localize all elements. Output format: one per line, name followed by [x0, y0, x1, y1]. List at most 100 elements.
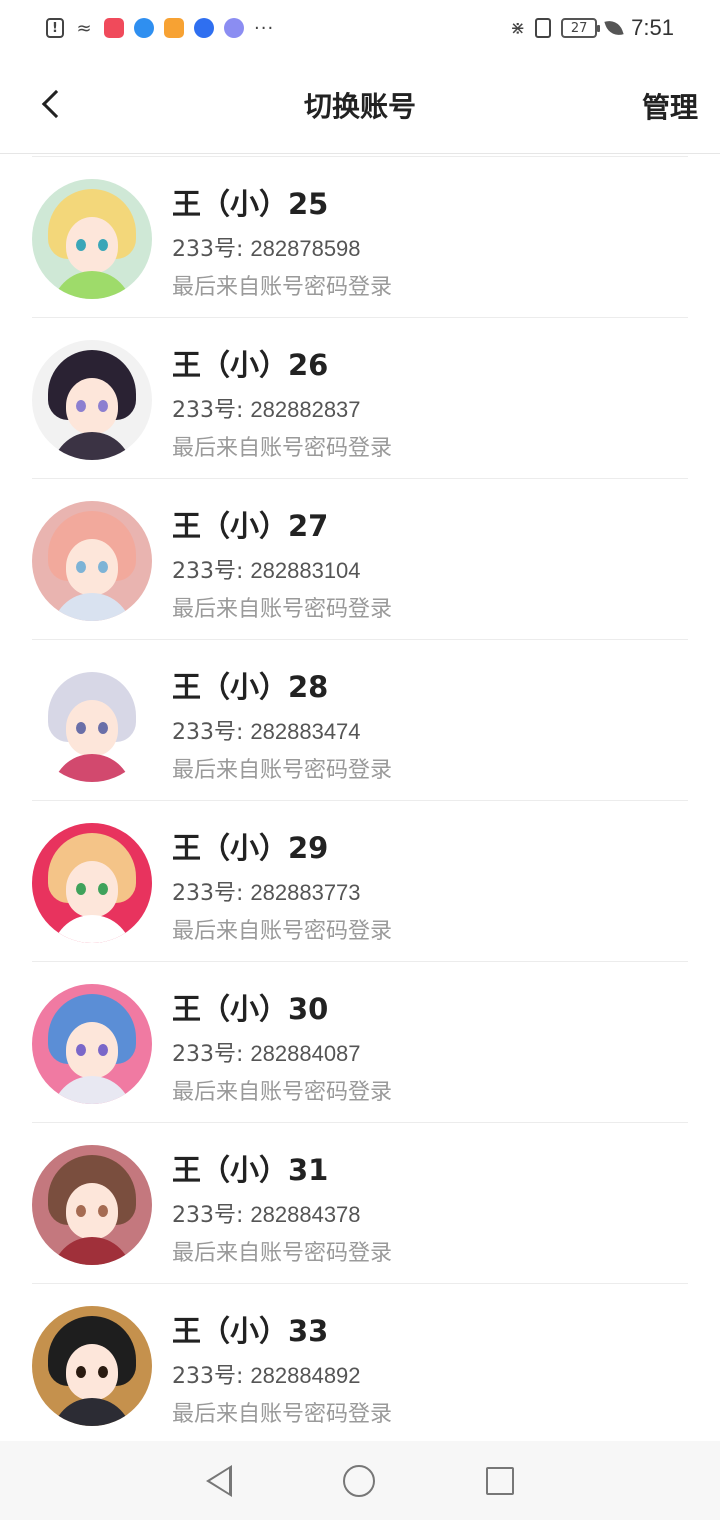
- avatar: [32, 501, 152, 621]
- account-name: 王（小）26: [172, 348, 329, 382]
- account-id-label: 233号:: [172, 237, 251, 262]
- account-id-label: 233号:: [172, 881, 251, 906]
- account-id-label: 233号:: [172, 1364, 251, 1389]
- avatar-face: [66, 861, 118, 917]
- avatar-body: [52, 1237, 132, 1265]
- account-id-value: 282884087: [250, 1041, 361, 1066]
- account-id-value: 282884892: [250, 1363, 361, 1388]
- account-login-source: 最后来自账号密码登录: [172, 275, 393, 300]
- location-icon: [134, 18, 154, 38]
- video-icon: [164, 18, 184, 38]
- nav-recent-apps-icon[interactable]: [486, 1466, 515, 1495]
- account-id-label: 233号:: [172, 1203, 251, 1228]
- account-id: 233号: 282883474: [172, 714, 361, 746]
- chevron-left-icon: [41, 89, 71, 119]
- avatar-eye: [76, 239, 86, 251]
- account-row[interactable]: 王（小）28 233号: 282883474 最后来自账号密码登录: [32, 640, 688, 801]
- avatar-eye: [76, 1205, 86, 1217]
- nav-home-icon[interactable]: [342, 1464, 375, 1497]
- account-row[interactable]: 王（小）25 233号: 282878598 最后来自账号密码登录: [32, 157, 688, 318]
- alert-icon: !: [46, 18, 64, 38]
- avatar-body: [52, 593, 132, 621]
- account-row[interactable]: 王（小）29 233号: 282883773 最后来自账号密码登录: [32, 801, 688, 962]
- account-id: 233号: 282883104: [172, 553, 361, 585]
- header: 切换账号 管理: [0, 56, 720, 154]
- avatar: [32, 179, 152, 299]
- account-id: 233号: 282884892: [172, 1358, 361, 1390]
- avatar-body: [52, 432, 132, 460]
- account-login-source: 最后来自账号密码登录: [172, 1402, 393, 1427]
- avatar-eye: [76, 883, 86, 895]
- xiaohongshu-icon: [104, 18, 124, 38]
- account-name: 王（小）33: [172, 1314, 329, 1348]
- account-login-source: 最后来自账号密码登录: [172, 1080, 393, 1105]
- avatar-body: [52, 754, 132, 782]
- account-name: 王（小）31: [172, 1153, 329, 1187]
- avatar: [32, 1306, 152, 1426]
- account-id: 233号: 282882837: [172, 392, 361, 424]
- account-login-source: 最后来自账号密码登录: [172, 758, 393, 783]
- account-login-source: 最后来自账号密码登录: [172, 597, 393, 622]
- avatar-eye: [76, 1044, 86, 1056]
- avatar-eye: [98, 1044, 108, 1056]
- account-id-label: 233号:: [172, 398, 251, 423]
- account-name: 王（小）28: [172, 670, 329, 704]
- avatar-eye: [98, 561, 108, 573]
- bluetooth-icon: ⋇: [510, 17, 526, 39]
- account-id-value: 282883773: [250, 880, 361, 905]
- account-id-value: 282883104: [250, 558, 361, 583]
- status-right: ⋇ 27 7:51: [510, 15, 674, 41]
- page-title: 切换账号: [303, 89, 416, 123]
- avatar-body: [52, 1076, 132, 1104]
- avatar-eye: [76, 722, 86, 734]
- power-saver-icon: [604, 17, 624, 39]
- account-row[interactable]: 王（小）31 233号: 282884378 最后来自账号密码登录: [32, 1123, 688, 1284]
- account-id-value: 282884378: [250, 1202, 361, 1227]
- more-notifications-icon: ···: [254, 17, 275, 39]
- account-row[interactable]: 王（小）30 233号: 282884087 最后来自账号密码登录: [32, 962, 688, 1123]
- manage-button[interactable]: 管理: [642, 86, 698, 126]
- account-name: 王（小）30: [172, 992, 329, 1026]
- avatar: [32, 823, 152, 943]
- account-row[interactable]: 王（小）26 233号: 282882837 最后来自账号密码登录: [32, 318, 688, 479]
- account-id-value: 282878598: [250, 236, 361, 261]
- account-login-source: 最后来自账号密码登录: [172, 919, 393, 944]
- account-list[interactable]: 王（小）25 233号: 282878598 最后来自账号密码登录 王（小）26…: [0, 156, 720, 1441]
- account-row[interactable]: 王（小）27 233号: 282883104 最后来自账号密码登录: [32, 479, 688, 640]
- account-id-label: 233号:: [172, 559, 251, 584]
- system-nav-bar: [0, 1441, 720, 1520]
- avatar-eye: [98, 1205, 108, 1217]
- account-login-source: 最后来自账号密码登录: [172, 1241, 393, 1266]
- account-id-value: 282882837: [250, 397, 361, 422]
- avatar-eye: [76, 1366, 86, 1378]
- avatar-eye: [76, 400, 86, 412]
- avatar-eye: [98, 883, 108, 895]
- avatar-face: [66, 1183, 118, 1239]
- avatar-eye: [98, 239, 108, 251]
- avatar-face: [66, 539, 118, 595]
- account-login-source: 最后来自账号密码登录: [172, 436, 393, 461]
- status-bar: ! ≈ ··· ⋇ 27 7:51: [0, 0, 720, 56]
- avatar-eye: [76, 561, 86, 573]
- battery-icon: 27: [561, 18, 601, 38]
- account-name: 王（小）29: [172, 831, 329, 865]
- avatar-face: [66, 1344, 118, 1400]
- avatar: [32, 1145, 152, 1265]
- avatar: [32, 340, 152, 460]
- avatar-eye: [98, 1366, 108, 1378]
- avatar-face: [66, 378, 118, 434]
- avatar-eye: [98, 722, 108, 734]
- wifi-icon: ≈: [76, 17, 92, 39]
- account-id: 233号: 282884087: [172, 1036, 361, 1068]
- avatar-face: [66, 700, 118, 756]
- account-name: 王（小）27: [172, 509, 329, 543]
- avatar: [32, 662, 152, 782]
- status-left: ! ≈ ···: [46, 18, 274, 39]
- avatar-body: [52, 915, 132, 943]
- music-icon: [224, 18, 244, 38]
- back-button[interactable]: [30, 82, 74, 126]
- avatar: [32, 984, 152, 1104]
- nav-back-icon[interactable]: [205, 1464, 232, 1497]
- account-id-value: 282883474: [250, 719, 361, 744]
- account-row[interactable]: 王（小）33 233号: 282884892 最后来自账号密码登录: [32, 1284, 688, 1441]
